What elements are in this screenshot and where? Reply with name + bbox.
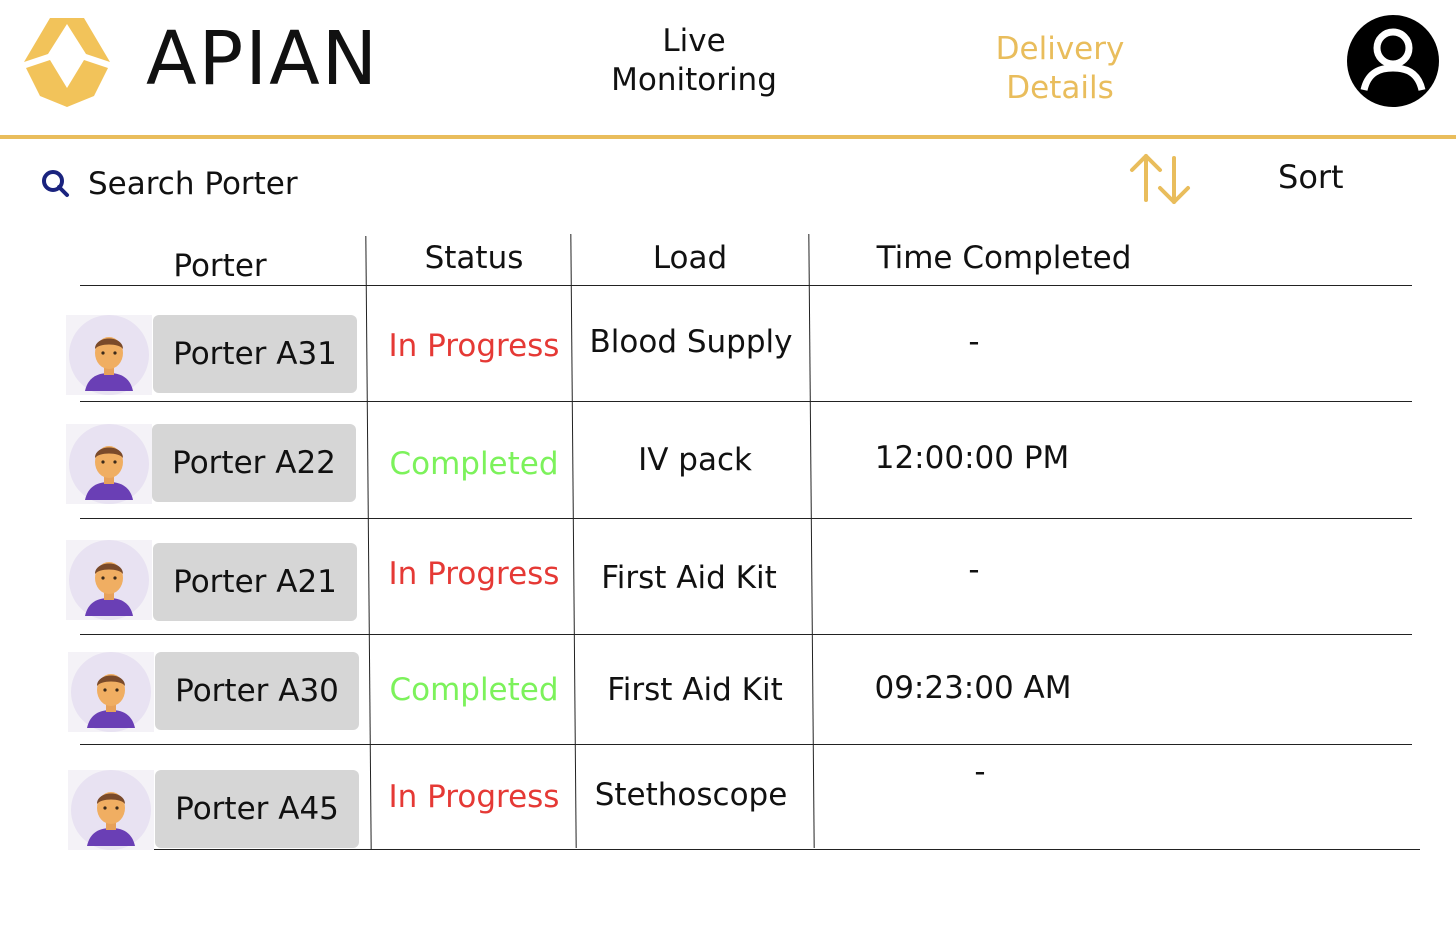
row-divider [80, 744, 1412, 745]
nav-delivery-details-label: Delivery Details [995, 31, 1125, 106]
time-completed-cell: - [968, 552, 980, 588]
time-completed-cell: 09:23:00 AM [874, 670, 1072, 706]
table-bottom-rule [88, 849, 1420, 850]
status-cell: Completed [389, 446, 559, 482]
load-cell: IV pack [638, 442, 752, 478]
porter-avatar [66, 315, 152, 395]
search-icon [42, 170, 69, 197]
porter-name[interactable]: Porter A45 [155, 770, 359, 848]
porter-name[interactable]: Porter A21 [153, 543, 357, 621]
porter-avatar [66, 540, 152, 620]
search-input[interactable] [88, 160, 408, 208]
porter-name[interactable]: Porter A31 [153, 315, 357, 393]
row-divider [80, 401, 1412, 402]
time-completed-cell: - [968, 324, 980, 360]
porter-avatar [68, 652, 154, 732]
status-cell: In Progress [388, 328, 560, 364]
column-divider [365, 236, 372, 850]
porter-name[interactable]: Porter A22 [152, 424, 356, 502]
header-divider [0, 135, 1456, 139]
row-divider [80, 518, 1412, 519]
status-cell: Completed [389, 672, 559, 708]
time-completed-cell: - [974, 754, 986, 790]
load-cell: Stethoscope [594, 777, 788, 813]
column-header-porter: Porter [173, 248, 267, 284]
time-completed-cell: 12:00:00 PM [874, 440, 1070, 476]
porter-name[interactable]: Porter A30 [155, 652, 359, 730]
status-cell: In Progress [388, 556, 560, 592]
column-divider [570, 234, 577, 848]
brand-name: APIAN [146, 16, 380, 102]
app-header: APIAN Live Monitoring Delivery Details [0, 0, 1456, 136]
user-circle-icon[interactable] [1346, 14, 1440, 108]
porter-avatar [68, 770, 154, 850]
column-divider [808, 234, 815, 848]
load-cell: First Aid Kit [601, 560, 777, 596]
column-header-load: Load [652, 240, 728, 276]
apian-logo-icon [24, 18, 110, 107]
row-divider [80, 634, 1412, 635]
column-header-status: Status [424, 240, 524, 276]
column-header-time-completed: Time Completed [876, 240, 1132, 276]
status-cell: In Progress [388, 779, 560, 815]
nav-live-monitoring-label: Live Monitoring [611, 23, 777, 98]
nav-live-monitoring[interactable]: Live Monitoring [598, 22, 790, 100]
load-cell: First Aid Kit [607, 672, 783, 708]
porter-avatar [66, 424, 152, 504]
table-header-rule [80, 285, 1412, 286]
load-cell: Blood Supply [589, 324, 793, 360]
sort-arrows-icon[interactable] [1128, 152, 1192, 206]
nav-delivery-details[interactable]: Delivery Details [962, 30, 1158, 108]
sort-button[interactable]: Sort [1278, 158, 1344, 196]
search-bar[interactable] [40, 160, 420, 208]
